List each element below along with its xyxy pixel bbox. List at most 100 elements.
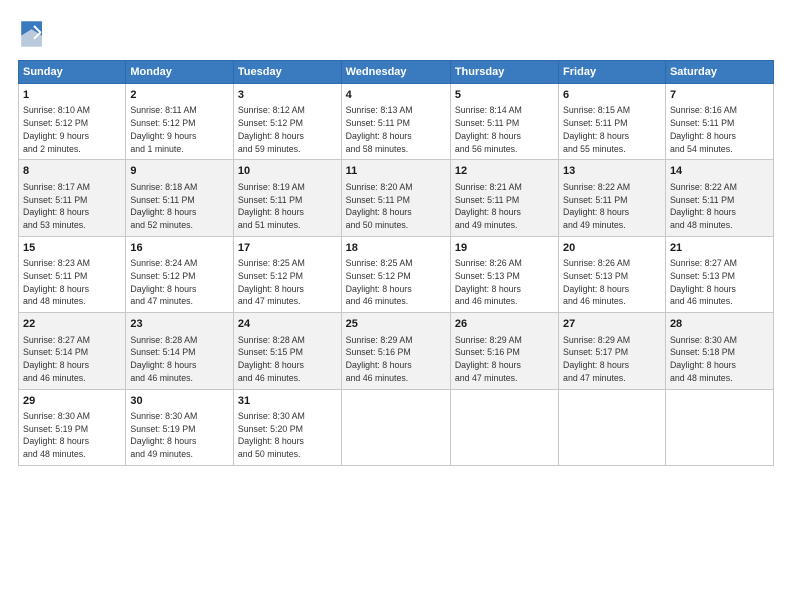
calendar-cell [341, 389, 450, 465]
calendar-cell: 22Sunrise: 8:27 AM Sunset: 5:14 PM Dayli… [19, 313, 126, 389]
day-number: 7 [670, 88, 769, 103]
day-number: 11 [346, 164, 446, 179]
weekday-monday: Monday [126, 61, 234, 84]
week-row-3: 15Sunrise: 8:23 AM Sunset: 5:11 PM Dayli… [19, 236, 774, 312]
day-number: 15 [23, 241, 121, 256]
calendar-cell: 24 Sunrise: 8:28 AM Sunset: 5:15 PM Dayli… [233, 313, 341, 389]
day-number: 13 [563, 164, 661, 179]
logo-icon [18, 18, 50, 50]
calendar-body: 1Sunrise: 8:10 AM Sunset: 5:12 PM Daylig… [19, 84, 774, 466]
day-info: Sunrise: 8:15 AM Sunset: 5:11 PM Dayligh… [563, 104, 661, 155]
day-number: 21 [670, 241, 769, 256]
day-info: Sunrise: 8:30 AM Sunset: 5:19 PM Dayligh… [130, 410, 229, 461]
day-number: 8 [23, 164, 121, 179]
day-info: Sunrise: 8:28 AM Sunset: 5:15 PM Dayligh… [238, 334, 337, 385]
week-row-2: 8 Sunrise: 8:17 AM Sunset: 5:11 PM Daylig… [19, 160, 774, 236]
day-info: Sunrise: 8:12 AM Sunset: 5:12 PM Dayligh… [238, 104, 337, 155]
day-info: Sunrise: 8:28 AM Sunset: 5:14 PM Dayligh… [130, 334, 229, 385]
day-info: Sunrise: 8:27 AM Sunset: 5:13 PM Dayligh… [670, 257, 769, 308]
calendar-cell: 30Sunrise: 8:30 AM Sunset: 5:19 PM Dayli… [126, 389, 234, 465]
day-info: Sunrise: 8:10 AM Sunset: 5:12 PM Dayligh… [23, 104, 121, 155]
calendar-cell: 4Sunrise: 8:13 AM Sunset: 5:11 PM Daylig… [341, 84, 450, 160]
calendar-cell: 26Sunrise: 8:29 AM Sunset: 5:16 PM Dayli… [450, 313, 558, 389]
day-number: 22 [23, 317, 121, 332]
day-info: Sunrise: 8:11 AM Sunset: 5:12 PM Dayligh… [130, 104, 229, 155]
calendar-cell [665, 389, 773, 465]
day-number: 9 [130, 164, 229, 179]
week-row-1: 1Sunrise: 8:10 AM Sunset: 5:12 PM Daylig… [19, 84, 774, 160]
day-info: Sunrise: 8:14 AM Sunset: 5:11 PM Dayligh… [455, 104, 554, 155]
calendar-cell: 27Sunrise: 8:29 AM Sunset: 5:17 PM Dayli… [559, 313, 666, 389]
day-number: 31 [238, 394, 337, 409]
calendar-cell: 19Sunrise: 8:26 AM Sunset: 5:13 PM Dayli… [450, 236, 558, 312]
calendar-cell: 12 Sunrise: 8:21 AM Sunset: 5:11 PM Dayli… [450, 160, 558, 236]
weekday-row: SundayMondayTuesdayWednesdayThursdayFrid… [19, 61, 774, 84]
day-number: 27 [563, 317, 661, 332]
day-info: Sunrise: 8:24 AM Sunset: 5:12 PM Dayligh… [130, 257, 229, 308]
day-number: 18 [346, 241, 446, 256]
calendar-cell: 31Sunrise: 8:30 AM Sunset: 5:20 PM Dayli… [233, 389, 341, 465]
weekday-saturday: Saturday [665, 61, 773, 84]
calendar-cell: 25 Sunrise: 8:29 AM Sunset: 5:16 PM Dayli… [341, 313, 450, 389]
day-info: Sunrise: 8:22 AM Sunset: 5:11 PM Dayligh… [670, 181, 769, 232]
day-number: 4 [346, 88, 446, 103]
calendar-cell: 3Sunrise: 8:12 AM Sunset: 5:12 PM Daylig… [233, 84, 341, 160]
day-number: 1 [23, 88, 121, 103]
day-number: 12 [455, 164, 554, 179]
week-row-4: 22Sunrise: 8:27 AM Sunset: 5:14 PM Dayli… [19, 313, 774, 389]
page: SundayMondayTuesdayWednesdayThursdayFrid… [0, 0, 792, 612]
calendar-cell: 13Sunrise: 8:22 AM Sunset: 5:11 PM Dayli… [559, 160, 666, 236]
calendar-cell: 2Sunrise: 8:11 AM Sunset: 5:12 PM Daylig… [126, 84, 234, 160]
day-number: 23 [130, 317, 229, 332]
day-info: Sunrise: 8:19 AM Sunset: 5:11 PM Dayligh… [238, 181, 337, 232]
calendar-cell: 16Sunrise: 8:24 AM Sunset: 5:12 PM Dayli… [126, 236, 234, 312]
calendar-cell: 18Sunrise: 8:25 AM Sunset: 5:12 PM Dayli… [341, 236, 450, 312]
day-info: Sunrise: 8:29 AM Sunset: 5:16 PM Dayligh… [346, 334, 446, 385]
calendar-cell: 21Sunrise: 8:27 AM Sunset: 5:13 PM Dayli… [665, 236, 773, 312]
day-number: 29 [23, 394, 121, 409]
calendar-cell: 9 Sunrise: 8:18 AM Sunset: 5:11 PM Daylig… [126, 160, 234, 236]
day-info: Sunrise: 8:30 AM Sunset: 5:20 PM Dayligh… [238, 410, 337, 461]
weekday-wednesday: Wednesday [341, 61, 450, 84]
day-number: 28 [670, 317, 769, 332]
day-info: Sunrise: 8:16 AM Sunset: 5:11 PM Dayligh… [670, 104, 769, 155]
calendar-cell: 6Sunrise: 8:15 AM Sunset: 5:11 PM Daylig… [559, 84, 666, 160]
day-number: 19 [455, 241, 554, 256]
calendar-cell: 15Sunrise: 8:23 AM Sunset: 5:11 PM Dayli… [19, 236, 126, 312]
day-number: 10 [238, 164, 337, 179]
weekday-sunday: Sunday [19, 61, 126, 84]
day-number: 14 [670, 164, 769, 179]
day-info: Sunrise: 8:21 AM Sunset: 5:11 PM Dayligh… [455, 181, 554, 232]
calendar-cell: 7Sunrise: 8:16 AM Sunset: 5:11 PM Daylig… [665, 84, 773, 160]
day-number: 6 [563, 88, 661, 103]
day-number: 20 [563, 241, 661, 256]
day-info: Sunrise: 8:23 AM Sunset: 5:11 PM Dayligh… [23, 257, 121, 308]
week-row-5: 29Sunrise: 8:30 AM Sunset: 5:19 PM Dayli… [19, 389, 774, 465]
day-info: Sunrise: 8:17 AM Sunset: 5:11 PM Dayligh… [23, 181, 121, 232]
day-info: Sunrise: 8:20 AM Sunset: 5:11 PM Dayligh… [346, 181, 446, 232]
calendar-cell: 8 Sunrise: 8:17 AM Sunset: 5:11 PM Daylig… [19, 160, 126, 236]
day-number: 17 [238, 241, 337, 256]
day-info: Sunrise: 8:30 AM Sunset: 5:18 PM Dayligh… [670, 334, 769, 385]
day-number: 24 [238, 317, 337, 332]
header [18, 18, 774, 50]
calendar-cell: 28 Sunrise: 8:30 AM Sunset: 5:18 PM Dayli… [665, 313, 773, 389]
calendar-cell: 1Sunrise: 8:10 AM Sunset: 5:12 PM Daylig… [19, 84, 126, 160]
day-info: Sunrise: 8:30 AM Sunset: 5:19 PM Dayligh… [23, 410, 121, 461]
day-number: 16 [130, 241, 229, 256]
calendar-cell: 23 Sunrise: 8:28 AM Sunset: 5:14 PM Dayli… [126, 313, 234, 389]
day-info: Sunrise: 8:13 AM Sunset: 5:11 PM Dayligh… [346, 104, 446, 155]
day-number: 25 [346, 317, 446, 332]
day-info: Sunrise: 8:26 AM Sunset: 5:13 PM Dayligh… [455, 257, 554, 308]
day-number: 3 [238, 88, 337, 103]
day-number: 30 [130, 394, 229, 409]
weekday-friday: Friday [559, 61, 666, 84]
calendar-cell: 11 Sunrise: 8:20 AM Sunset: 5:11 PM Dayli… [341, 160, 450, 236]
calendar-cell: 20Sunrise: 8:26 AM Sunset: 5:13 PM Dayli… [559, 236, 666, 312]
day-info: Sunrise: 8:26 AM Sunset: 5:13 PM Dayligh… [563, 257, 661, 308]
calendar-cell [559, 389, 666, 465]
day-number: 26 [455, 317, 554, 332]
day-number: 5 [455, 88, 554, 103]
calendar-cell: 29Sunrise: 8:30 AM Sunset: 5:19 PM Dayli… [19, 389, 126, 465]
day-info: Sunrise: 8:18 AM Sunset: 5:11 PM Dayligh… [130, 181, 229, 232]
